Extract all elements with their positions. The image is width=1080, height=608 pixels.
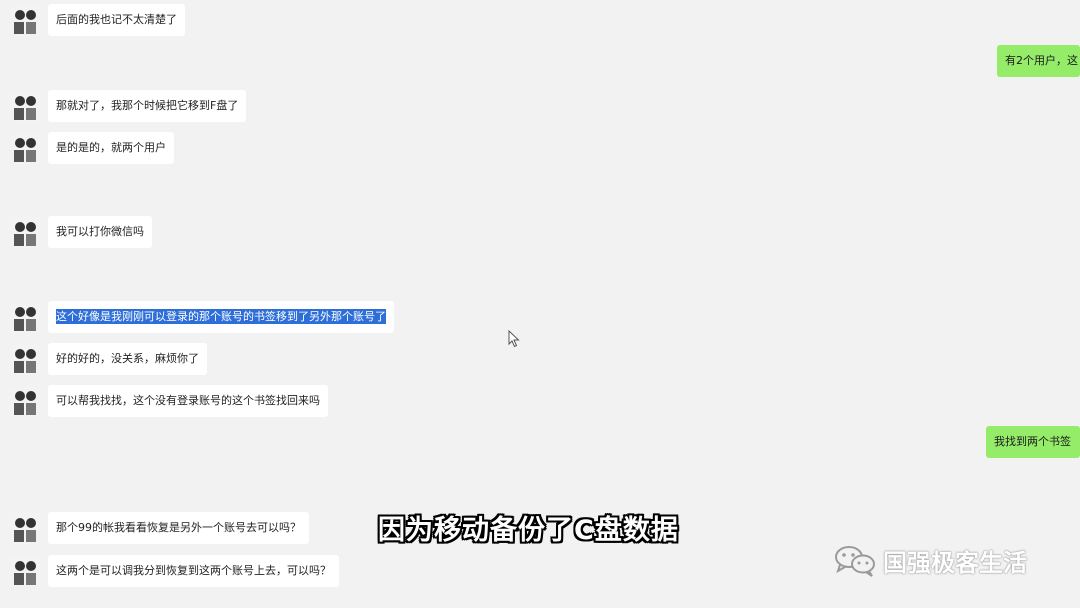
contact-avatar-icon[interactable] <box>10 514 40 544</box>
contact-avatar-icon[interactable] <box>10 134 40 164</box>
message-bubble[interactable]: 好的好的，没关系，麻烦你了 <box>48 343 207 375</box>
message-bubble[interactable]: 是的是的，就两个用户 <box>48 132 174 164</box>
wechat-icon <box>835 546 875 577</box>
outgoing-message-bubble[interactable]: 有2个用户，这 <box>997 45 1080 77</box>
message-bubble[interactable]: 可以帮我找找，这个没有登录账号的这个书签找回来吗 <box>48 385 328 417</box>
contact-avatar-icon[interactable] <box>10 92 40 122</box>
outgoing-message-bubble[interactable]: 我找到两个书签 <box>986 426 1080 458</box>
watermark: 国强极客生活 <box>833 540 1027 580</box>
message-bubble-selected[interactable]: 这个好像是我刚刚可以登录的那个账号的书签移到了另外那个账号了 <box>48 301 394 333</box>
contact-avatar-icon[interactable] <box>10 557 40 587</box>
contact-avatar-icon[interactable] <box>10 303 40 333</box>
watermark-text: 国强极客生活 <box>883 548 1027 577</box>
mouse-cursor-icon <box>508 330 520 348</box>
selected-text[interactable]: 这个好像是我刚刚可以登录的那个账号的书签移到了另外那个账号了 <box>56 309 386 324</box>
contact-avatar-icon[interactable] <box>10 345 40 375</box>
contact-avatar-icon[interactable] <box>10 218 40 248</box>
message-bubble[interactable]: 后面的我也记不太清楚了 <box>48 4 185 36</box>
message-bubble[interactable]: 那个99的帐我看看恢复是另外一个账号去可以吗？ <box>48 512 309 544</box>
video-subtitle: 因为移动备份了C盘数据 <box>378 515 679 546</box>
message-bubble[interactable]: 我可以打你微信吗 <box>48 216 152 248</box>
message-bubble[interactable]: 这两个是可以调我分到恢复到这两个账号上去，可以吗？ <box>48 555 339 587</box>
contact-avatar-icon[interactable] <box>10 6 40 36</box>
message-bubble[interactable]: 那就对了，我那个时候把它移到F盘了 <box>48 90 247 122</box>
contact-avatar-icon[interactable] <box>10 387 40 417</box>
